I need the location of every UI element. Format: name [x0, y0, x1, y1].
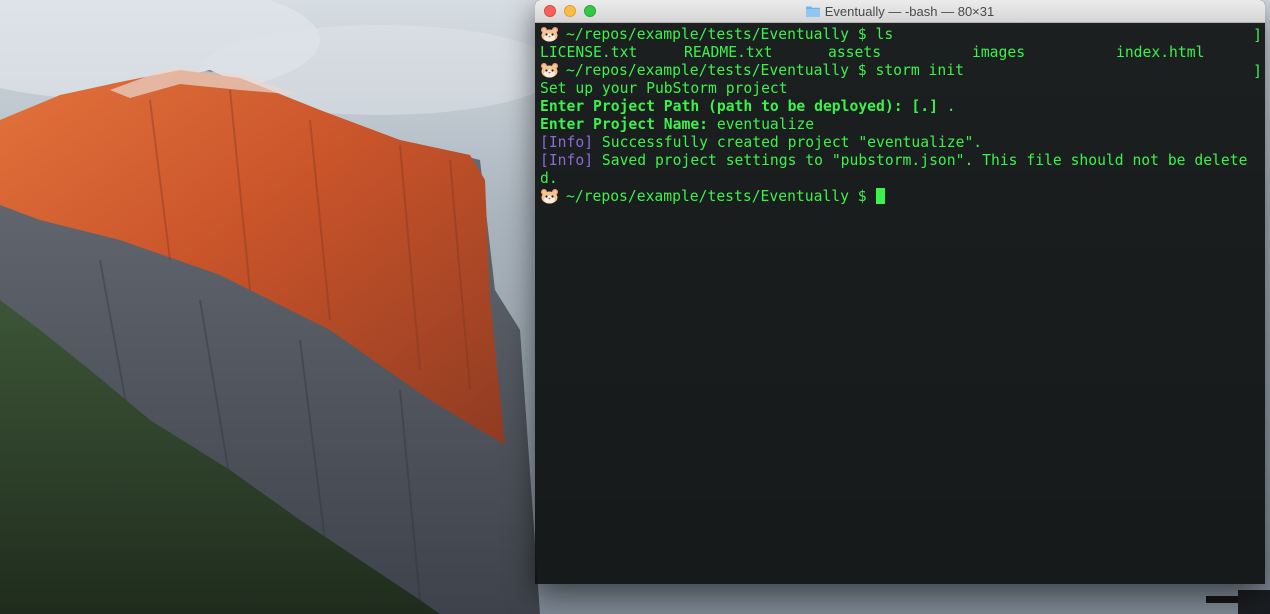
window-titlebar[interactable]: Eventually — -bash — 80×31 — [535, 0, 1265, 23]
prompt-path: ~/repos/example/tests/Eventually $ — [566, 26, 867, 43]
line-edge-mark: ] — [1253, 63, 1262, 80]
text-cursor — [875, 188, 885, 204]
info-message: Successfully created project "eventualiz… — [593, 134, 983, 151]
info-tag: [Info] — [540, 134, 594, 151]
prompt-answer: . — [937, 98, 956, 115]
hamster-icon — [541, 63, 558, 78]
terminal-line: [Info] Saved project settings to "pubsto… — [540, 152, 1265, 170]
prompt-question: Enter Project Name: — [540, 116, 709, 133]
dock-edge — [1206, 596, 1238, 603]
folder-icon — [805, 6, 820, 17]
ls-entry: LICENSE.txt — [540, 44, 638, 61]
terminal-line: LICENSE.txt README.txt assets images index.h… — [540, 44, 1265, 62]
terminal-line: d. — [540, 170, 1265, 188]
terminal-line: [Info] Successfully created project "eve… — [540, 134, 1265, 152]
terminal-line: ~/repos/example/tests/Eventually $ ls] — [540, 26, 1265, 44]
prompt-path: ~/repos/example/tests/Eventually $ — [566, 62, 867, 79]
prompt-question: Enter Project Path (path to be deployed)… — [540, 98, 938, 115]
terminal-line: ~/repos/example/tests/Eventually $ storm… — [540, 62, 1265, 80]
output-text: Set up your PubStorm project — [540, 80, 788, 97]
window-title-area: Eventually — -bash — 80×31 — [535, 0, 1265, 22]
ls-entry: images — [972, 44, 1026, 61]
prompt-answer: eventualize — [708, 116, 815, 133]
terminal-line: Set up your PubStorm project — [540, 80, 1265, 98]
command-text: storm init — [866, 62, 964, 79]
terminal-line: Enter Project Name: eventualize — [540, 116, 1265, 134]
terminal-line: Enter Project Path (path to be deployed)… — [540, 98, 1265, 116]
line-edge-mark: ] — [1253, 27, 1262, 44]
info-tag: [Info] — [540, 152, 594, 169]
terminal-window[interactable]: Eventually — -bash — 80×31 ~/repos/examp… — [535, 0, 1265, 584]
ls-entry: README.txt — [684, 44, 773, 61]
hamster-icon — [541, 27, 558, 42]
terminal-line: ~/repos/example/tests/Eventually $ — [540, 188, 1265, 206]
terminal-output[interactable]: ~/repos/example/tests/Eventually $ ls] LI… — [535, 23, 1265, 206]
window-title: Eventually — -bash — 80×31 — [824, 3, 995, 19]
ls-entry: index.html — [1116, 44, 1205, 61]
command-text: ls — [866, 26, 894, 43]
prompt-path: ~/repos/example/tests/Eventually $ — [566, 188, 867, 205]
output-text: d. — [540, 170, 558, 187]
hamster-icon — [541, 189, 558, 204]
info-message: Saved project settings to "pubstorm.json… — [593, 152, 1248, 169]
ls-entry: assets — [828, 44, 882, 61]
